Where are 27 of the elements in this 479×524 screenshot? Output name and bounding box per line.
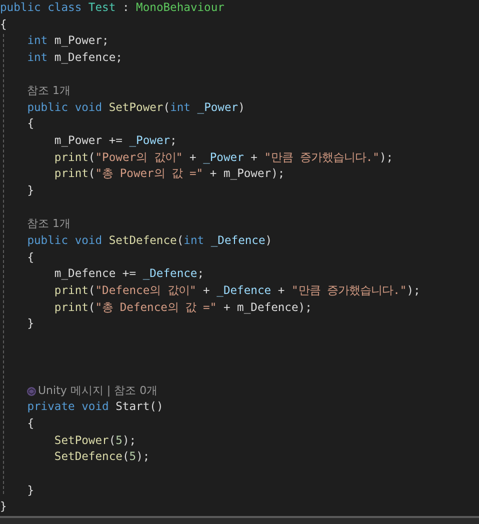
code-line: }: [26, 316, 34, 332]
code-line: m_Power += _Power;: [53, 133, 177, 150]
code-line: int m_Power;: [26, 33, 109, 50]
code-line: public void SetPower(int _Power): [26, 100, 245, 116]
code-line: int m_Defence;: [26, 50, 122, 66]
code-line: }: [26, 482, 34, 499]
code-line: public class Test : MonoBehaviour: [0, 0, 224, 16]
code-line: print("총 Power의 값 =" + m_Power);: [53, 166, 285, 182]
code-line: }: [0, 499, 7, 516]
codelens-text[interactable]: 참조 1개: [27, 83, 70, 100]
codelens-text[interactable]: Unity 메시지 | 참조 0개: [38, 382, 158, 400]
code-line: {: [0, 16, 7, 33]
code-line: private void Start(): [26, 399, 164, 416]
code-line: }: [26, 183, 34, 200]
code-line: public void SetDefence(int _Defence): [26, 232, 272, 249]
cube-icon: [27, 386, 36, 396]
code-line: {: [26, 416, 34, 432]
codelens-text[interactable]: 참조 1개: [27, 216, 70, 233]
code-line: m_Defence += _Defence;: [53, 266, 204, 282]
code-line: print("총 Defence의 값 =" + m_Defence);: [53, 300, 312, 316]
code-line: print("Power의 값이" + _Power + "만큼 증가했습니다.");: [53, 150, 394, 166]
code-line: SetDefence(5);: [53, 449, 150, 466]
horizontal-scrollbar[interactable]: [0, 516, 479, 524]
code-line: print("Defence의 값이" + _Defence + "만큼 증가했습니다.");: [53, 282, 420, 299]
code-line: SetPower(5);: [53, 432, 136, 449]
code-line: {: [26, 116, 34, 132]
code-line: {: [26, 250, 34, 266]
